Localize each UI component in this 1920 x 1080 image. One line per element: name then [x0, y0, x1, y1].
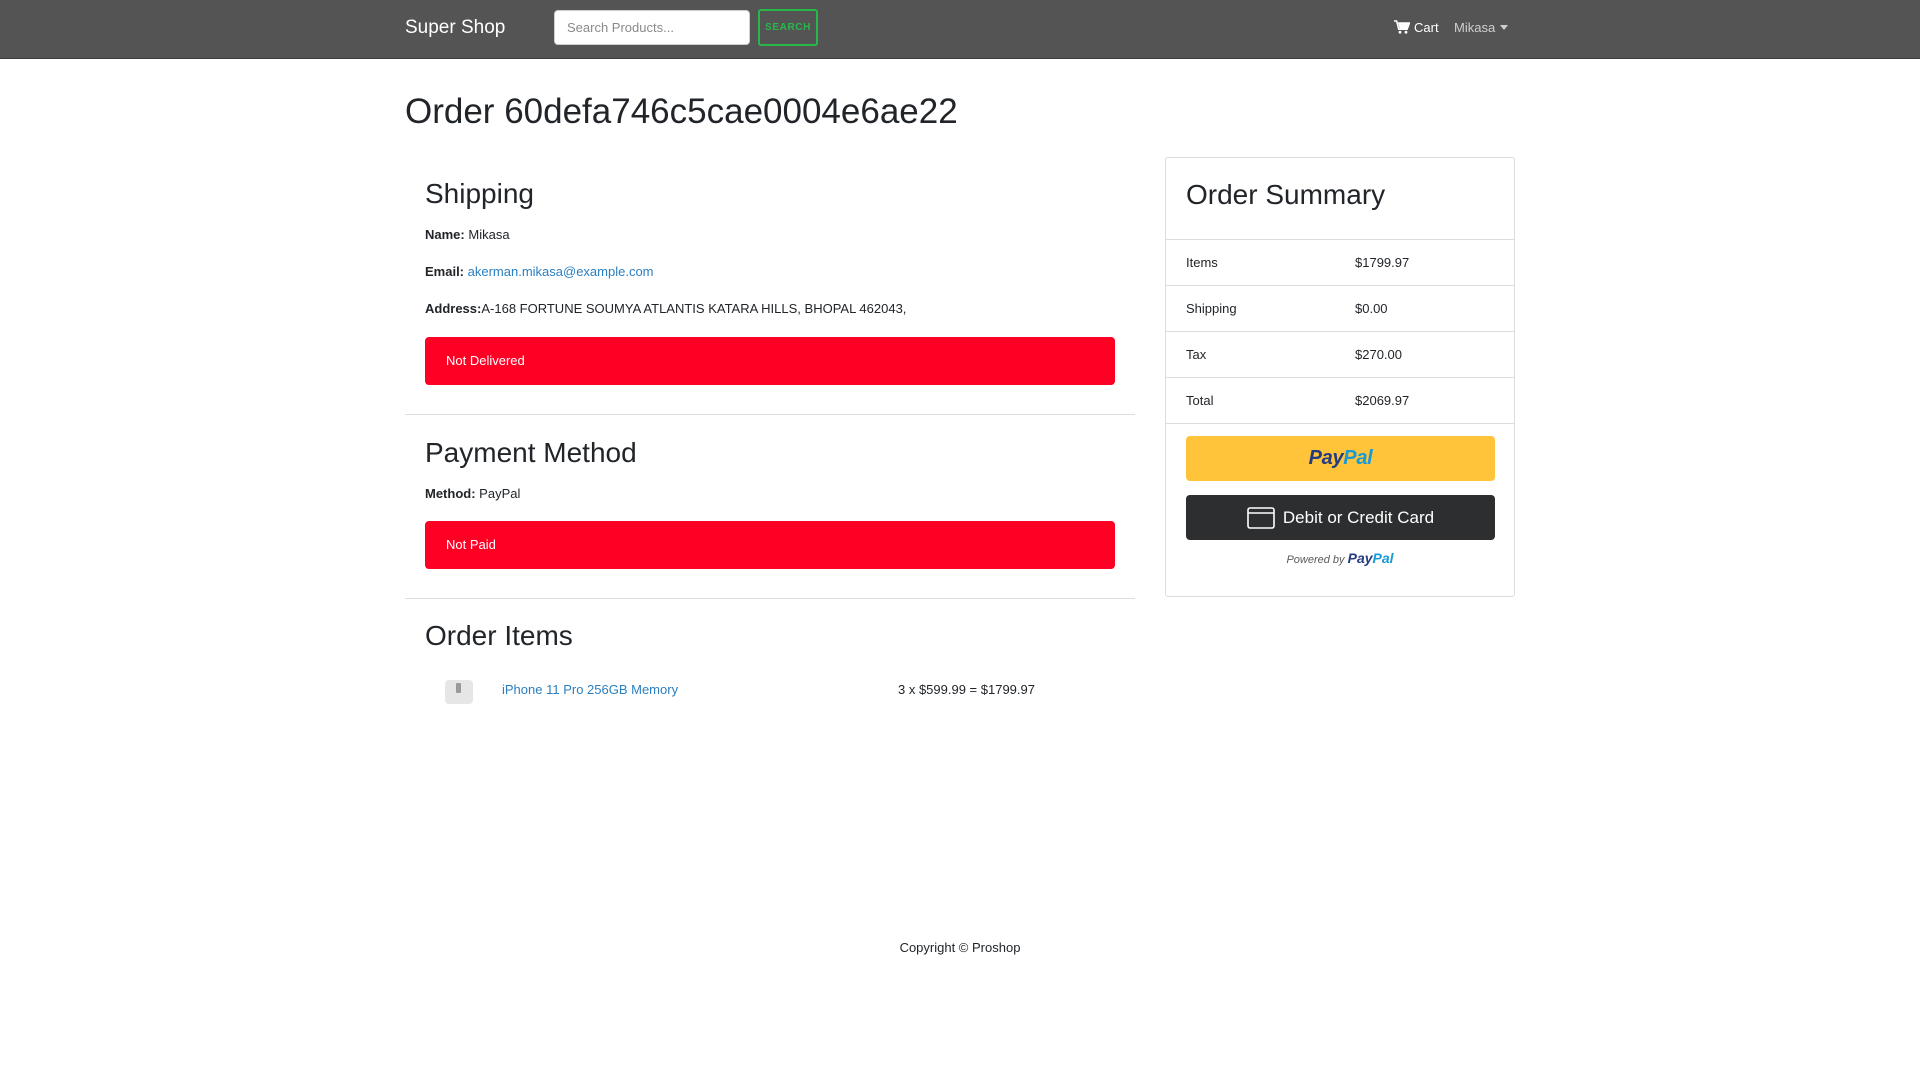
order-summary-card: Order Summary Items $1799.97 Shipping $0…: [1165, 157, 1515, 597]
paypal-logo: PayPal: [1309, 447, 1373, 470]
brand-logo[interactable]: Super Shop: [405, 17, 505, 39]
summary-heading: Order Summary: [1186, 179, 1386, 210]
paypal-button[interactable]: PayPal: [1186, 436, 1495, 481]
page-title: Order 60defa746c5cae0004e6ae22: [405, 92, 958, 131]
summary-value: $270.00: [1355, 347, 1402, 362]
summary-header: Order Summary: [1166, 158, 1514, 240]
address-label: Address:: [425, 301, 482, 316]
summary-value: $0.00: [1355, 301, 1388, 316]
payment-heading: Payment Method: [425, 437, 637, 468]
summary-label: Shipping: [1186, 301, 1237, 316]
name-value: Mikasa: [468, 227, 510, 242]
shipping-address: Address:A-168 FORTUNE SOUMYA ATLANTIS KA…: [425, 300, 906, 318]
paypal-small-logo: PayPal: [1348, 550, 1394, 566]
paypal-logo-part2: Pal: [1343, 447, 1373, 469]
powered-by-text: Powered by: [1286, 554, 1345, 566]
payment-section: Payment Method Method: PayPal Not Paid: [405, 415, 1135, 599]
paypal-small-part1: Pay: [1347, 550, 1373, 566]
credit-card-icon: [1247, 506, 1275, 529]
search-button[interactable]: SEARCH: [758, 9, 818, 46]
name-label: Name:: [425, 227, 465, 242]
caret-down-icon: [1500, 24, 1509, 30]
method-label: Method:: [425, 486, 476, 501]
shipping-email: Email: akerman.mikasa@example.com: [425, 263, 654, 281]
card-button-label: Debit or Credit Card: [1282, 507, 1435, 527]
product-link[interactable]: iPhone 11 Pro 256GB Memory: [502, 681, 678, 699]
search-input[interactable]: [554, 10, 750, 45]
email-link[interactable]: akerman.mikasa@example.com: [468, 264, 654, 279]
summary-row-items: Items $1799.97: [1166, 240, 1514, 286]
navbar: Super Shop SEARCH Cart Mikasa: [0, 0, 1920, 59]
payment-method: Method: PayPal: [425, 485, 520, 503]
payment-status-alert: Not Paid: [425, 521, 1115, 569]
paypal-small-part2: Pal: [1372, 550, 1394, 566]
delivery-status-alert: Not Delivered: [425, 337, 1115, 385]
email-label: Email:: [425, 264, 465, 279]
user-name: Mikasa: [1454, 19, 1496, 35]
product-price-line: 3 x $599.99 = $1799.97: [898, 682, 1035, 697]
powered-by-paypal: Powered by PayPal: [1166, 550, 1514, 566]
method-value: PayPal: [479, 486, 521, 501]
footer-copyright: Copyright © Proshop: [899, 940, 1021, 955]
user-dropdown[interactable]: Mikasa: [1454, 17, 1509, 37]
cart-label: Cart: [1414, 19, 1439, 35]
cart-icon: [1394, 20, 1410, 34]
summary-value: $1799.97: [1355, 255, 1410, 270]
paypal-logo-part1: Pay: [1308, 447, 1344, 469]
product-thumbnail: [445, 680, 473, 704]
order-items-heading: Order Items: [425, 620, 573, 651]
shipping-heading: Shipping: [425, 178, 534, 209]
debit-credit-card-button[interactable]: Debit or Credit Card: [1186, 495, 1495, 540]
summary-row-shipping: Shipping $0.00: [1166, 286, 1514, 332]
shipping-section: Shipping Name: Mikasa Email: akerman.mik…: [405, 157, 1135, 415]
summary-label: Items: [1186, 255, 1218, 270]
cart-link[interactable]: Cart: [1394, 17, 1439, 37]
summary-label: Tax: [1186, 347, 1207, 362]
summary-value: $2069.97: [1355, 393, 1410, 408]
shipping-name: Name: Mikasa: [425, 226, 510, 244]
summary-label: Total: [1186, 393, 1214, 408]
summary-row-tax: Tax $270.00: [1166, 332, 1514, 378]
summary-row-total: Total $2069.97: [1166, 378, 1514, 424]
address-value: A-168 FORTUNE SOUMYA ATLANTIS KATARA HIL…: [481, 301, 907, 316]
